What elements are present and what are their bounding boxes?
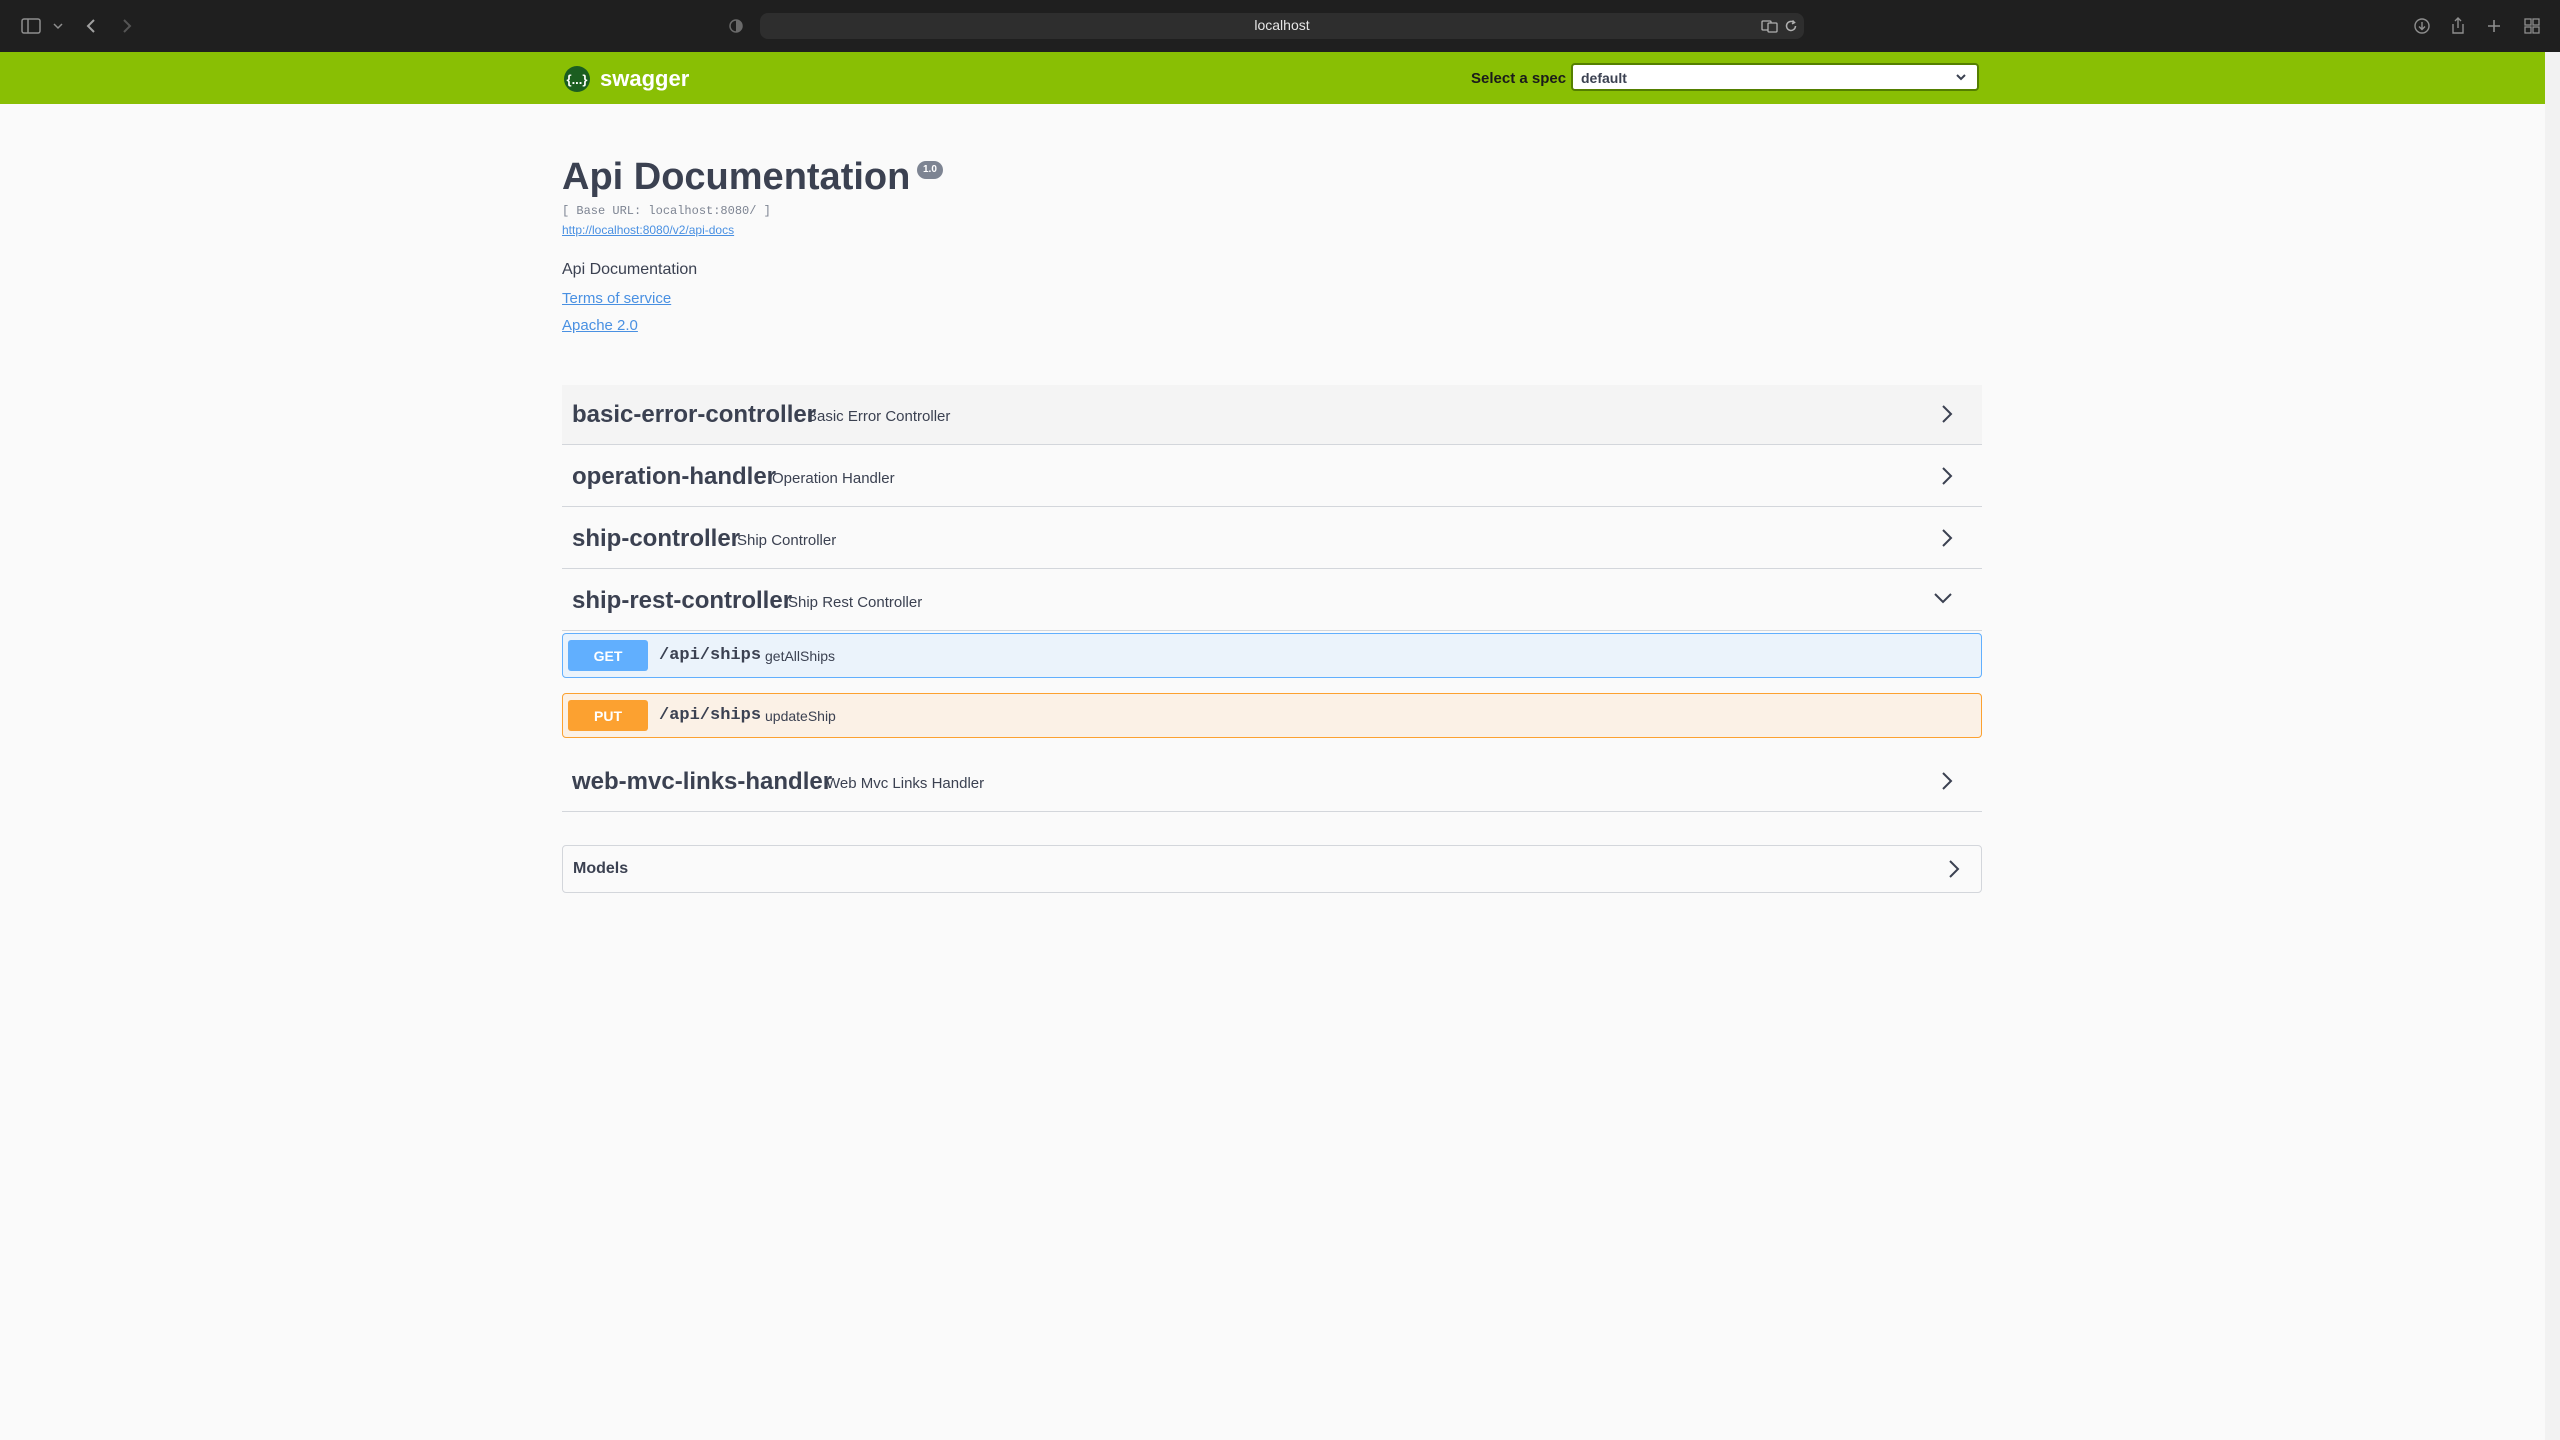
- tag-description: Ship Rest Controller: [788, 594, 923, 611]
- version-badge: 1.0: [917, 161, 943, 179]
- tag-operation-handler[interactable]: operation-handler Operation Handler: [562, 447, 1982, 507]
- tag-description: Operation Handler: [772, 470, 895, 487]
- swagger-logo-icon: {...}: [564, 66, 590, 92]
- terms-of-service-link[interactable]: Terms of service: [562, 290, 671, 307]
- method-badge-put: PUT: [568, 700, 648, 731]
- spec-select-value: default: [1581, 70, 1627, 86]
- api-docs-link[interactable]: http://localhost:8080/v2/api-docs: [562, 223, 734, 237]
- tag-name: ship-controller: [572, 525, 741, 552]
- models-title: Models: [573, 860, 629, 877]
- tag-name: web-mvc-links-handler: [572, 768, 833, 795]
- chevron-right-icon: [1940, 403, 1954, 430]
- tag-description: Web Mvc Links Handler: [826, 775, 985, 792]
- browser-toolbar: localhost: [0, 0, 2560, 52]
- spec-select[interactable]: default: [1571, 63, 1979, 91]
- tag-description: Basic Error Controller: [807, 408, 951, 425]
- page-title: Api Documentation: [562, 156, 911, 198]
- base-url: [ Base URL: localhost:8080/ ]: [562, 204, 771, 218]
- chevron-right-icon: [1947, 858, 1961, 885]
- tag-basic-error-controller[interactable]: basic-error-controller Basic Error Contr…: [562, 385, 1982, 445]
- forward-icon[interactable]: [118, 14, 136, 38]
- reload-icon[interactable]: [1782, 14, 1800, 38]
- translate-icon[interactable]: [1760, 14, 1780, 38]
- method-badge-get: GET: [568, 640, 648, 671]
- models-section[interactable]: Models: [562, 845, 1982, 893]
- tag-description: Ship Controller: [737, 532, 837, 549]
- tab-overview-icon[interactable]: [2522, 14, 2542, 38]
- address-text: localhost: [1254, 17, 1310, 33]
- swagger-topbar: [0, 52, 2545, 104]
- tag-name: operation-handler: [572, 463, 777, 490]
- tag-ship-controller[interactable]: ship-controller Ship Controller: [562, 509, 1982, 569]
- tag-ship-rest-controller[interactable]: ship-rest-controller Ship Rest Controlle…: [562, 571, 1982, 631]
- swagger-logo[interactable]: {...} swagger: [564, 66, 689, 92]
- chevron-right-icon: [1940, 465, 1954, 492]
- chevron-down-icon[interactable]: [52, 14, 64, 38]
- operation-summary: getAllShips: [765, 648, 836, 664]
- shield-icon[interactable]: [726, 14, 746, 38]
- sidebar-icon[interactable]: [20, 14, 42, 38]
- back-icon[interactable]: [82, 14, 100, 38]
- chevron-right-icon: [1940, 527, 1954, 554]
- chevron-down-icon: [1955, 70, 1967, 88]
- scrollbar-track[interactable]: [2545, 52, 2560, 1440]
- tag-name: ship-rest-controller: [572, 587, 793, 614]
- operation-path: /api/ships: [659, 706, 762, 725]
- api-description: Api Documentation: [562, 261, 698, 278]
- chevron-down-icon: [1932, 591, 1954, 610]
- operation-summary: updateShip: [765, 708, 836, 724]
- tag-web-mvc-links-handler[interactable]: web-mvc-links-handler Web Mvc Links Hand…: [562, 752, 1982, 812]
- address-bar[interactable]: localhost: [760, 13, 1804, 39]
- new-tab-icon[interactable]: [2484, 14, 2504, 38]
- download-icon[interactable]: [2412, 14, 2432, 38]
- chevron-right-icon: [1940, 770, 1954, 797]
- spec-label: Select a spec: [1471, 70, 1567, 87]
- share-icon[interactable]: [2448, 14, 2468, 38]
- operation-get-api-ships[interactable]: GET /api/ships getAllShips: [562, 633, 1982, 678]
- tag-name: basic-error-controller: [572, 401, 817, 428]
- license-link[interactable]: Apache 2.0: [562, 317, 638, 334]
- swagger-logo-text: swagger: [600, 66, 690, 91]
- operation-put-api-ships[interactable]: PUT /api/ships updateShip: [562, 693, 1982, 738]
- operation-path: /api/ships: [659, 646, 762, 665]
